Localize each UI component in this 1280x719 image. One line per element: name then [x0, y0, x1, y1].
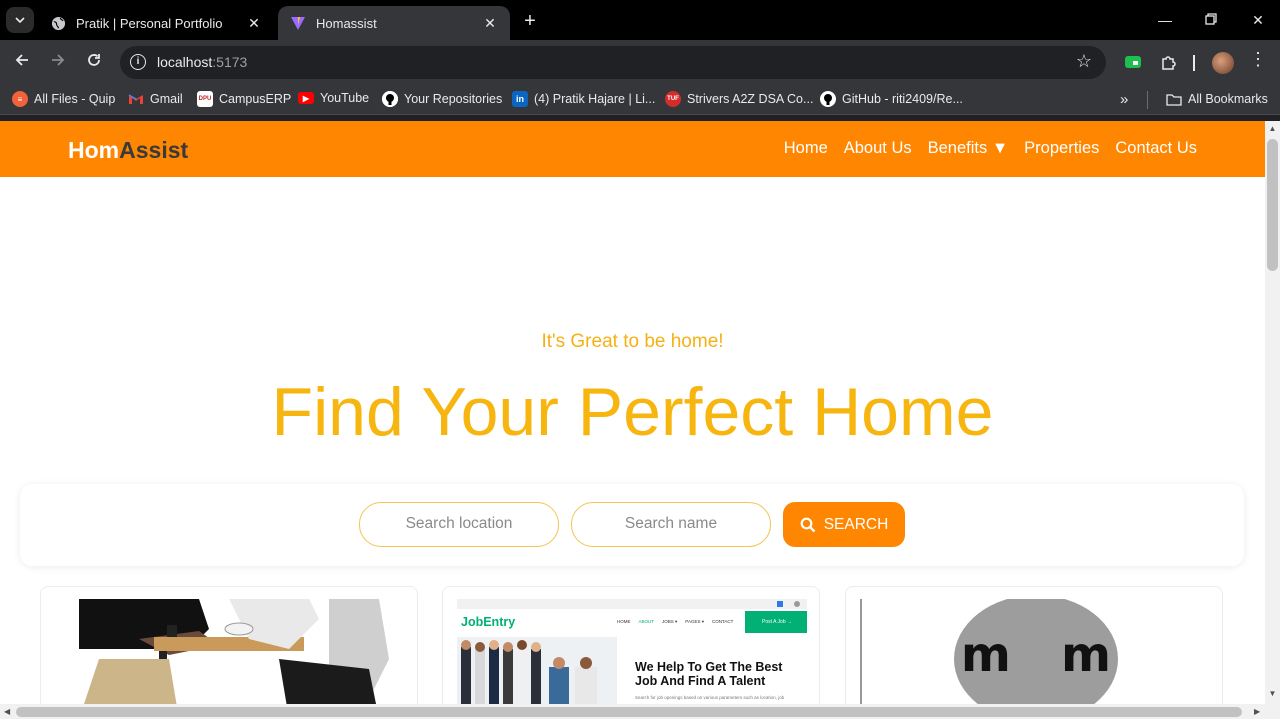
close-icon[interactable]: ✕	[482, 15, 498, 31]
all-bookmarks-button[interactable]: All Bookmarks	[1166, 91, 1268, 107]
quip-icon: ≡	[12, 91, 28, 107]
minimize-icon[interactable]: —	[1150, 8, 1180, 32]
nav-about-us[interactable]: About Us	[844, 139, 912, 158]
property-card[interactable]: m m	[845, 586, 1223, 704]
linkedin-icon: in	[512, 91, 528, 107]
bookmark-youtube[interactable]: ▶ YouTube	[298, 91, 369, 105]
bookmark-campuserp[interactable]: DPU CampusERP	[197, 91, 291, 107]
tab-search-button[interactable]	[6, 7, 34, 33]
jobentry-menu: HOME ABOUT JOBS ▾ PAGES ▾ CONTACT	[617, 619, 734, 624]
back-icon[interactable]	[8, 49, 36, 77]
site-logo[interactable]: HomAssist	[68, 137, 188, 164]
site-nav-links: Home About Us Benefits ▼ Properties Cont…	[784, 139, 1197, 158]
new-tab-button[interactable]: +	[518, 10, 542, 32]
site-info-icon[interactable]: i	[130, 54, 146, 70]
tab-homassist[interactable]: Homassist ✕	[278, 6, 510, 40]
gmail-icon	[128, 91, 144, 107]
close-icon[interactable]: ✕	[246, 15, 262, 31]
profile-avatar[interactable]	[1212, 52, 1234, 74]
scroll-down-icon[interactable]: ▼	[1268, 689, 1277, 698]
bookmark-strivers[interactable]: TUF Strivers A2Z DSA Co...	[665, 91, 813, 107]
browser-toolbar: i localhost:5173 ☆ ⋮	[0, 40, 1280, 85]
tab-title: Homassist	[316, 15, 377, 31]
jobentry-brand: JobEntry	[461, 615, 516, 629]
tab-title: Pratik | Personal Portfolio	[76, 15, 223, 31]
folder-icon	[1166, 91, 1182, 107]
bookmark-star-icon[interactable]: ☆	[1076, 51, 1092, 72]
property-image: m m	[860, 599, 1210, 704]
bookmarks-divider	[1147, 91, 1148, 109]
puzzle-icon[interactable]	[1160, 53, 1178, 71]
extension-icon[interactable]	[1124, 53, 1142, 71]
property-image: JobEntry HOME ABOUT JOBS ▾ PAGES ▾ CONTACT P…	[457, 599, 807, 704]
bookmark-github-riti[interactable]: GitHub - riti2409/Re...	[820, 91, 963, 107]
tab-strip: Pratik | Personal Portfolio ✕ Homassist …	[0, 0, 1280, 40]
bookmark-quip[interactable]: ≡ All Files - Quip	[12, 91, 115, 107]
window-close-icon[interactable]: ✕	[1243, 8, 1273, 32]
nav-home[interactable]: Home	[784, 139, 828, 158]
toolbar-divider	[1193, 55, 1195, 71]
search-name-input[interactable]: Search name	[571, 502, 771, 547]
tuf-icon: TUF	[665, 91, 681, 107]
page-viewport: HomAssist Home About Us Benefits ▼ Prope…	[0, 121, 1265, 704]
url-text[interactable]: localhost:5173	[157, 54, 247, 70]
bookmark-gmail[interactable]: Gmail	[128, 91, 183, 107]
nav-properties[interactable]: Properties	[1024, 139, 1099, 158]
property-card[interactable]	[40, 586, 418, 704]
tab-portfolio[interactable]: Pratik | Personal Portfolio ✕	[38, 6, 274, 40]
hero-headline: Find Your Perfect Home	[271, 374, 994, 450]
bookmark-repositories[interactable]: Your Repositories	[382, 91, 502, 107]
scroll-left-icon[interactable]: ◀	[4, 707, 10, 716]
youtube-icon: ▶	[298, 92, 314, 104]
jobentry-heading: We Help To Get The Best Job And Find A T…	[635, 660, 783, 688]
property-card[interactable]: JobEntry HOME ABOUT JOBS ▾ PAGES ▾ CONTACT P…	[442, 586, 820, 704]
post-job-button: Post A Job →	[745, 611, 807, 633]
search-button[interactable]: SEARCH	[783, 502, 905, 547]
scroll-up-icon[interactable]: ▲	[1268, 124, 1277, 133]
scroll-right-icon[interactable]: ▶	[1254, 707, 1260, 716]
jobentry-body: Search for job openings based on various…	[635, 695, 785, 700]
team-photo	[457, 637, 617, 704]
forward-icon[interactable]	[44, 49, 72, 77]
scrollbar-thumb[interactable]	[16, 707, 1242, 717]
placeholder-letters: m m	[960, 627, 1112, 683]
globe-icon	[50, 15, 66, 31]
bookmarks-overflow-button[interactable]: »	[1120, 91, 1128, 108]
bookmark-linkedin[interactable]: in (4) Pratik Hajare | Li...	[512, 91, 655, 107]
scrollbar-thumb[interactable]	[1267, 139, 1278, 271]
search-panel: Search location Search name SEARCH	[20, 484, 1244, 566]
github-icon	[820, 91, 836, 107]
property-image	[79, 599, 391, 704]
vertical-scrollbar[interactable]: ▲ ▼	[1265, 121, 1280, 704]
reload-icon[interactable]	[80, 49, 108, 77]
nav-contact-us[interactable]: Contact Us	[1115, 139, 1197, 158]
address-bar[interactable]: i localhost:5173 ☆	[120, 46, 1106, 79]
campuserp-icon: DPU	[197, 91, 213, 107]
hero-tagline: It's Great to be home!	[541, 331, 724, 352]
search-location-input[interactable]: Search location	[359, 502, 559, 547]
github-icon	[382, 91, 398, 107]
restore-icon[interactable]	[1196, 8, 1226, 32]
nav-benefits[interactable]: Benefits ▼	[928, 139, 1009, 158]
menu-icon[interactable]: ⋮	[1248, 49, 1268, 70]
site-navbar: HomAssist Home About Us Benefits ▼ Prope…	[0, 121, 1265, 177]
bookmarks-bar: ≡ All Files - Quip Gmail DPU CampusERP ▶…	[0, 85, 1280, 115]
chevron-down-icon	[15, 17, 25, 23]
search-icon	[800, 517, 816, 532]
horizontal-scrollbar[interactable]: ◀ ▶	[0, 704, 1280, 719]
vite-icon	[290, 15, 306, 31]
